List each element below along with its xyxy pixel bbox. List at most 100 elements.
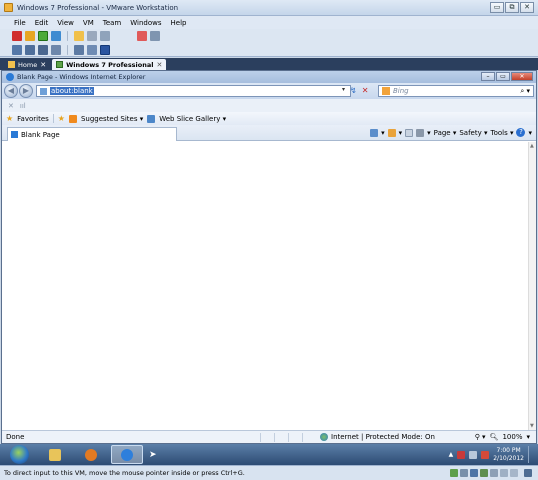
feeds-icon[interactable]: [387, 128, 396, 137]
hard-disk-icon[interactable]: [450, 469, 458, 477]
back-button[interactable]: ◀: [4, 84, 18, 98]
search-icon[interactable]: ⌕ ▾: [520, 87, 530, 96]
page-content-area[interactable]: [2, 142, 528, 430]
toolbar-separator: [123, 31, 124, 41]
volume-icon[interactable]: [481, 450, 490, 459]
menu-edit[interactable]: Edit: [35, 19, 49, 27]
mail-icon[interactable]: [405, 128, 414, 137]
network-adapter-icon[interactable]: [470, 469, 478, 477]
ie-tab-blank-page[interactable]: Blank Page: [7, 127, 177, 141]
tools-menu[interactable]: Tools ▾: [491, 129, 514, 137]
reset-icon[interactable]: [51, 31, 61, 41]
zoom-level[interactable]: 100%: [502, 433, 522, 441]
menu-windows[interactable]: Windows: [130, 19, 161, 27]
usb-icon[interactable]: [480, 469, 488, 477]
close-tab-icon[interactable]: ✕: [40, 61, 46, 69]
revert-snapshot-icon[interactable]: [87, 31, 97, 41]
security-zone-label: Internet | Protected Mode: On: [331, 433, 435, 441]
ie-window-title: Blank Page - Windows Internet Explorer: [17, 73, 146, 81]
taskbar-media-player[interactable]: [75, 445, 107, 464]
ie-minimize-button[interactable]: –: [481, 72, 495, 81]
search-input[interactable]: Bing: [393, 87, 520, 95]
page-menu[interactable]: Page ▾: [434, 129, 457, 137]
cd-drive-icon[interactable]: [460, 469, 468, 477]
message-log-icon[interactable]: [510, 469, 518, 477]
print-dropdown-icon[interactable]: ▾: [427, 129, 431, 137]
safety-menu[interactable]: Safety ▾: [459, 129, 487, 137]
close-tab-icon[interactable]: ✕: [157, 61, 163, 69]
menu-view[interactable]: View: [57, 19, 74, 27]
minimize-button[interactable]: ▭: [490, 2, 504, 13]
ie-close-button[interactable]: ✕: [511, 72, 533, 81]
snapshot-manager-icon[interactable]: [100, 31, 110, 41]
sound-icon[interactable]: [490, 469, 498, 477]
zoom-control[interactable]: ⚲ ▾ 🔍︎ 100% ▾: [475, 433, 530, 441]
snapshot-icon[interactable]: [74, 31, 84, 41]
page-icon: [40, 87, 47, 95]
home-icon[interactable]: [370, 128, 379, 137]
full-screen-icon[interactable]: [51, 44, 61, 55]
console-view-icon[interactable]: [38, 44, 48, 55]
system-clock[interactable]: 7:00 PM 2/10/2012: [493, 447, 524, 463]
feeds-dropdown-icon[interactable]: ▾: [399, 129, 403, 137]
protected-mode-icon[interactable]: ⚲ ▾: [475, 433, 486, 441]
globe-icon: [320, 433, 328, 441]
scroll-down-icon[interactable]: ▼: [530, 423, 534, 429]
menu-file[interactable]: File: [14, 19, 26, 27]
taskbar-explorer[interactable]: [39, 445, 71, 464]
favorites-button[interactable]: Favorites: [17, 115, 49, 123]
folder-icon: [49, 448, 61, 461]
home-icon: [8, 61, 15, 68]
suggested-sites-link[interactable]: Suggested Sites ▾: [81, 115, 143, 123]
printer-icon[interactable]: [500, 469, 508, 477]
stop-icon[interactable]: ✕: [362, 86, 369, 95]
show-sidebar-icon[interactable]: [12, 44, 22, 55]
security-zone[interactable]: Internet | Protected Mode: On: [320, 433, 435, 441]
help-dropdown-icon[interactable]: ▾: [528, 129, 532, 137]
ie-window-controls: – ▭ ✕: [481, 72, 533, 81]
host-status-bar: To direct input to this VM, move the mou…: [0, 465, 538, 480]
address-bar[interactable]: about:blank: [36, 85, 351, 97]
tab-windows-7-professional[interactable]: Windows 7 Professional ✕: [52, 59, 167, 70]
replay-icon[interactable]: [150, 31, 160, 41]
scroll-up-icon[interactable]: ▲: [530, 143, 534, 149]
address-input[interactable]: about:blank: [50, 87, 94, 95]
start-button-icon[interactable]: [10, 445, 29, 464]
tab-home[interactable]: Home ✕: [4, 59, 50, 70]
network-icon[interactable]: [469, 450, 478, 459]
show-desktop-button[interactable]: [528, 446, 534, 463]
thumbnail-icon[interactable]: [87, 44, 97, 55]
address-dropdown-icon[interactable]: ▾: [342, 86, 345, 95]
print-icon[interactable]: [416, 128, 425, 137]
restore-button[interactable]: ⧉: [505, 2, 519, 13]
power-off-icon[interactable]: [12, 31, 22, 41]
menu-vm[interactable]: VM: [83, 19, 94, 27]
ie-restore-button[interactable]: ▭: [496, 72, 510, 81]
zoom-dropdown-icon[interactable]: ▾: [526, 433, 530, 441]
help-icon[interactable]: ?: [516, 128, 526, 137]
action-center-icon[interactable]: [457, 450, 466, 459]
favorites-separator: [52, 114, 54, 123]
unity-icon[interactable]: [74, 44, 84, 55]
show-hidden-icons-icon[interactable]: ▲: [449, 451, 454, 458]
display-icon[interactable]: [524, 469, 532, 477]
view-toggle-icon[interactable]: [100, 44, 110, 55]
menu-help[interactable]: Help: [171, 19, 187, 27]
web-slice-gallery-link[interactable]: Web Slice Gallery ▾: [159, 115, 226, 123]
refresh-icon[interactable]: ↯: [350, 86, 357, 95]
record-icon[interactable]: [137, 31, 147, 41]
close-button[interactable]: ✕: [520, 2, 534, 13]
close-toolbar-icon[interactable]: ✕: [8, 102, 14, 110]
home-dropdown-icon[interactable]: ▾: [381, 129, 385, 137]
taskbar-internet-explorer[interactable]: [111, 445, 143, 464]
power-on-icon[interactable]: [38, 31, 48, 41]
forward-button[interactable]: ▶: [19, 84, 33, 98]
quick-switch-icon[interactable]: [25, 44, 35, 55]
search-box[interactable]: Bing ⌕ ▾: [378, 85, 534, 97]
host-window-controls: ▭ ⧉ ✕: [490, 2, 534, 13]
vertical-scrollbar[interactable]: ▲ ▼: [528, 142, 536, 430]
add-to-favorites-icon[interactable]: ★: [58, 114, 65, 123]
web-slice-icon: [147, 114, 156, 123]
menu-team[interactable]: Team: [103, 19, 122, 27]
suspend-icon[interactable]: [25, 31, 35, 41]
